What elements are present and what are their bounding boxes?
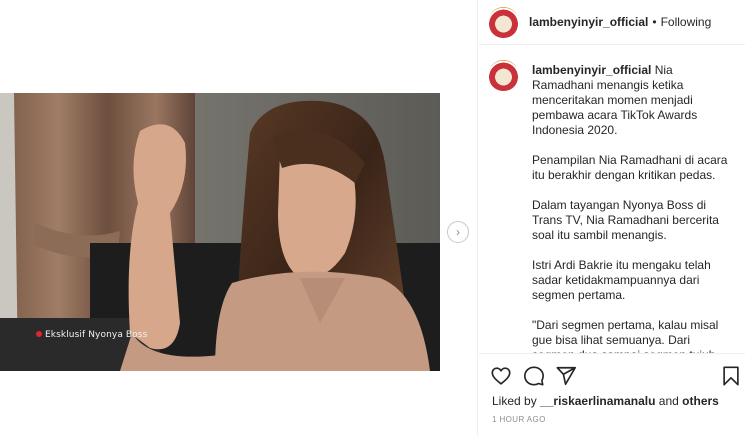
action-bar (479, 360, 745, 390)
liked-by-user-link[interactable]: __riskaerlinamanalu (540, 394, 655, 408)
following-button[interactable]: Following (661, 15, 712, 29)
likes-summary: Liked by __riskaerlinamanalu and others (492, 394, 719, 408)
caption-area[interactable]: lambenyinyir_official Nia Ramadhani mena… (479, 46, 745, 354)
post-side-panel: lambenyinyir_official • Following lamben… (479, 0, 745, 435)
header-username[interactable]: lambenyinyir_official (529, 15, 648, 29)
save-button[interactable] (720, 365, 742, 387)
caption-paragraph: Penampilan Nia Ramadhani di acara itu be… (532, 153, 728, 182)
caption-avatar[interactable] (488, 60, 519, 91)
caption-paragraph: Dalam tayangan Nyonya Boss di Trans TV, … (532, 198, 719, 242)
like-button[interactable] (490, 365, 512, 387)
carousel-next-button[interactable]: › (447, 221, 469, 243)
caption-text: lambenyinyir_official Nia Ramadhani mena… (532, 63, 732, 353)
likes-joiner: and (658, 394, 679, 408)
share-icon (556, 366, 576, 386)
likes-prefix: Liked by (492, 394, 537, 408)
caption-paragraph: Istri Ardi Bakrie itu mengaku telah sada… (532, 258, 711, 302)
video-watermark: Eksklusif Nyonya Boss (36, 330, 147, 340)
bookmark-icon (723, 366, 739, 386)
share-button[interactable] (555, 365, 577, 387)
avatar[interactable] (488, 6, 519, 38)
header-separator: • (652, 15, 657, 29)
post-header: lambenyinyir_official • Following (479, 0, 745, 45)
comment-button[interactable] (523, 365, 545, 387)
post-timestamp[interactable]: 1 HOUR AGO (492, 415, 546, 424)
watermark-text: Eksklusif Nyonya Boss (45, 330, 148, 340)
post-photo[interactable]: Eksklusif Nyonya Boss (0, 93, 440, 371)
record-dot-icon (36, 331, 42, 337)
caption-paragraph: "Dari segmen pertama, kalau misal gue bi… (532, 318, 719, 353)
heart-icon (491, 367, 511, 385)
post-media: Eksklusif Nyonya Boss › (0, 0, 478, 435)
comment-icon (524, 366, 544, 386)
chevron-right-icon: › (456, 225, 460, 239)
likes-others-link[interactable]: others (682, 394, 719, 408)
caption-username[interactable]: lambenyinyir_official (532, 63, 651, 77)
